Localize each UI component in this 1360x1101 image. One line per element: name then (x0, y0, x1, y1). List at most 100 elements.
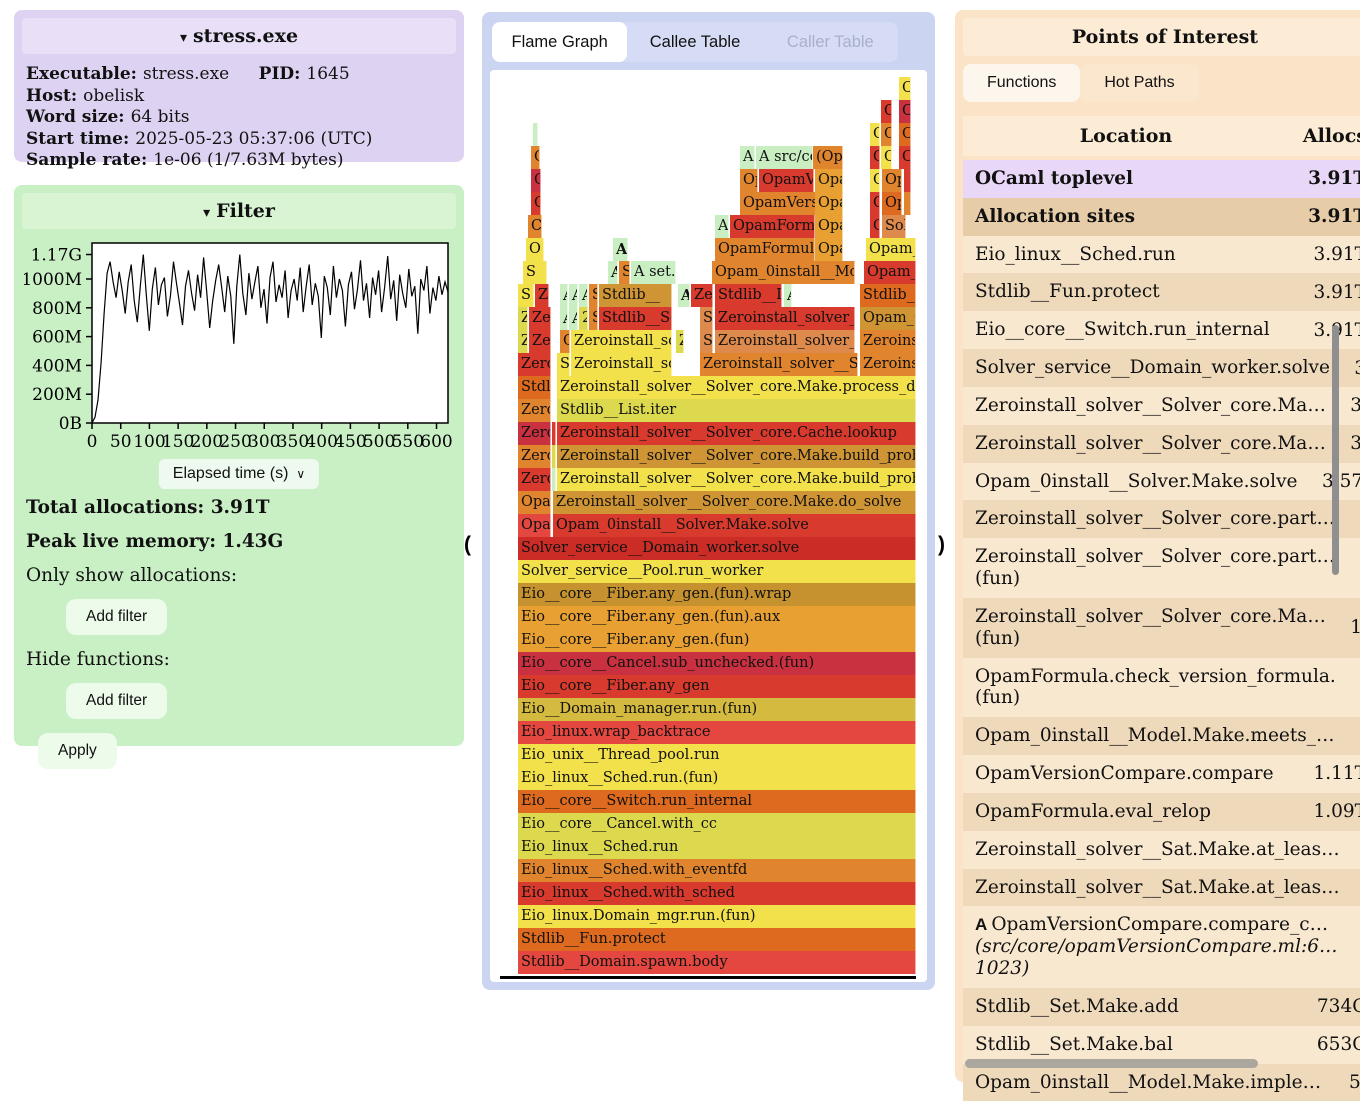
flame-segment[interactable]: OpamFormula.cl (715, 238, 815, 261)
poi-row[interactable]: Allocation sites3.91T (963, 198, 1360, 236)
poi-row[interactable]: Stdlib__Set.Make.bal653G (963, 1026, 1360, 1064)
flame-segment[interactable]: C (531, 169, 541, 192)
flame-segment[interactable]: C (531, 192, 541, 215)
flame-segment[interactable]: A (569, 284, 578, 307)
flame-segment[interactable]: Op (870, 215, 880, 238)
flame-segment[interactable]: Eio__core__Fiber.any_gen.(fun).wrap (518, 583, 916, 606)
flame-segment[interactable]: C (870, 169, 880, 192)
flame-segment[interactable]: Stdlib__ (599, 284, 672, 307)
flame-segment[interactable]: Solver_service__Pool.run_worker (518, 560, 916, 583)
flame-segment[interactable]: Eio_linux.Domain_mgr.run.(fun) (518, 905, 916, 928)
left-pane-resize-handle[interactable]: ( (464, 533, 471, 557)
flame-segment[interactable]: Stdlib__Se (599, 307, 672, 330)
poi-row[interactable]: A OpamVersionCompare.compare_c…(src/core… (963, 906, 1360, 987)
flame-segment[interactable]: C (528, 215, 542, 238)
flame-segment[interactable]: Ze (529, 330, 551, 353)
right-pane-resize-handle[interactable]: ) (938, 533, 945, 557)
poi-row[interactable]: Zeroinstall_solver__Solver_core.part…1.9… (963, 500, 1360, 538)
flame-segment[interactable]: Opam (518, 491, 551, 514)
flame-segment[interactable]: Zeroinsta (860, 353, 916, 376)
flame-segment[interactable]: O (526, 238, 544, 261)
flame-graph-canvas[interactable]: CCCCCCCA sA src/core(OpCCCCOp:OpamVerOpa… (490, 70, 927, 982)
flame-segment[interactable]: OpamVersion (740, 192, 816, 215)
flame-segment[interactable]: A (569, 307, 578, 330)
flame-segment[interactable]: Zeroinstall_solver__Solver_core.Make.bui… (557, 445, 916, 468)
poi-row[interactable]: Solver_service__Domain_worker.solve3.90T (963, 349, 1360, 387)
flame-segment[interactable]: Opam (815, 169, 843, 192)
flame-segment[interactable]: C (881, 123, 892, 146)
flame-segment[interactable]: A (560, 307, 568, 330)
flame-segment[interactable]: Zeroi (518, 422, 551, 445)
flame-segment[interactable]: Opam (518, 514, 551, 537)
flame-segment[interactable]: A (678, 284, 690, 307)
tab-functions[interactable]: Functions (963, 64, 1080, 102)
flame-segment[interactable]: A (613, 238, 628, 261)
flame-segment[interactable]: Eio__core__Switch.run_internal (518, 790, 916, 813)
flame-segment[interactable]: Eio__core__Cancel.with_cc (518, 813, 916, 836)
flame-segment[interactable]: Solv (882, 215, 906, 238)
flame-segment[interactable]: Eio__core__Fiber.any_gen (518, 675, 916, 698)
horizontal-scrollbar[interactable] (965, 1059, 1258, 1068)
flame-segment[interactable]: Stdlib__Domain.spawn.body (518, 951, 916, 974)
flame-segment[interactable]: C (899, 100, 911, 123)
flame-segment[interactable]: Stdlib__Fun.protect (518, 928, 916, 951)
flame-segment[interactable]: Zeroinstall_solver__Solver_ (715, 307, 855, 330)
flame-segment[interactable]: Opam_0install__Solver.Make.solve (553, 514, 916, 537)
add-allocation-filter-button[interactable]: Add filter (66, 599, 167, 635)
flame-segment[interactable]: C (560, 330, 570, 353)
poi-row[interactable]: Opam_0install__Solver.Make.solve3.57T (963, 463, 1360, 501)
filter-panel-header[interactable]: ▾Filter (22, 193, 456, 229)
flame-segment[interactable]: (Op (813, 146, 843, 169)
add-hide-function-filter-button[interactable]: Add filter (66, 683, 167, 719)
flame-segment[interactable]: Zeroinstall_solver__Solver_co. (715, 330, 855, 353)
flame-segment[interactable]: C (870, 146, 880, 169)
flame-segment[interactable]: Eio_linux__Sched.run.(fun) (518, 767, 916, 790)
flame-segment[interactable]: Zeroi (518, 445, 551, 468)
flame-segment[interactable]: A src/core (756, 146, 813, 169)
flame-segment[interactable]: Stdlib (518, 376, 551, 399)
flame-segment[interactable]: Opam_0i (860, 307, 916, 330)
flame-segment[interactable]: Opam (815, 215, 843, 238)
flame-segment[interactable]: Opam_0install__Mod (712, 261, 855, 284)
poi-row[interactable]: Opam_0install__Model.Make.imple…567G (963, 1064, 1360, 1101)
flame-segment[interactable]: Op. (882, 169, 902, 192)
flame-segment[interactable]: Solver_service__Domain_worker.solve (518, 537, 916, 560)
flame-segment[interactable]: Eio_unix__Thread_pool.run (518, 744, 916, 767)
flame-segment[interactable]: S (589, 284, 598, 307)
flame-segment[interactable] (533, 123, 538, 146)
flame-segment[interactable]: OpamFormul (730, 215, 815, 238)
flame-segment[interactable]: Eio__core__Fiber.any_gen.(fun) (518, 629, 916, 652)
flame-segment[interactable]: C (899, 77, 911, 100)
flame-segment[interactable]: Op (870, 192, 880, 215)
flame-segment[interactable]: Zeroi (518, 353, 551, 376)
flame-segment[interactable]: Op: (740, 169, 758, 192)
flame-segment[interactable]: A (608, 261, 618, 284)
vertical-scrollbar[interactable] (1332, 325, 1339, 575)
tab-flame-graph[interactable]: Flame Graph (492, 22, 627, 62)
flame-segment[interactable]: Eio__core__Cancel.sub_unchecked.(fun) (518, 652, 916, 675)
poi-row[interactable]: Zeroinstall_solver__Sat.Make.at_leas…990… (963, 869, 1360, 907)
poi-row[interactable]: Eio_linux__Sched.run3.91T (963, 236, 1360, 274)
poi-row[interactable]: Zeroinstall_solver__Solver_core.Ma…3.89T (963, 387, 1360, 425)
flame-segment[interactable]: Opam (815, 238, 843, 261)
flame-segment[interactable]: Zeroinstall_solver__Solver_core.Make.do_… (553, 491, 916, 514)
flame-segment[interactable]: Zeroinstall_solv (571, 330, 672, 353)
flame-segment[interactable]: C (531, 146, 540, 169)
flame-segment[interactable]: Zeroinsta (860, 330, 916, 353)
flame-segment[interactable] (552, 422, 556, 445)
flame-segment[interactable]: C (881, 100, 892, 123)
poi-row[interactable]: Eio__core__Switch.run_internal3.91T (963, 311, 1360, 349)
flame-segment[interactable]: Eio_linux__Sched.with_sched (518, 882, 916, 905)
flame-segment[interactable]: Eio_linux.wrap_backtrace (518, 721, 916, 744)
poi-row[interactable]: Zeroinstall_solver__Solver_core.Ma…3.82T (963, 425, 1360, 463)
poi-row[interactable]: Opam_0install__Model.Make.meets_…1.30T (963, 717, 1360, 755)
flame-segment[interactable]: C (899, 123, 911, 146)
poi-row[interactable]: Stdlib__Fun.protect3.91T (963, 273, 1360, 311)
poi-row[interactable]: OpamFormula.eval_relop1.09T (963, 793, 1360, 831)
flame-segment[interactable]: C (881, 146, 892, 169)
flame-segment[interactable]: Stdlib__ (860, 284, 916, 307)
flame-segment[interactable] (904, 192, 911, 215)
flame-segment[interactable]: Ze (529, 307, 551, 330)
poi-row[interactable]: OCaml toplevel3.91T (963, 160, 1360, 198)
flame-segment[interactable]: Zeroinstall_solve (571, 353, 672, 376)
